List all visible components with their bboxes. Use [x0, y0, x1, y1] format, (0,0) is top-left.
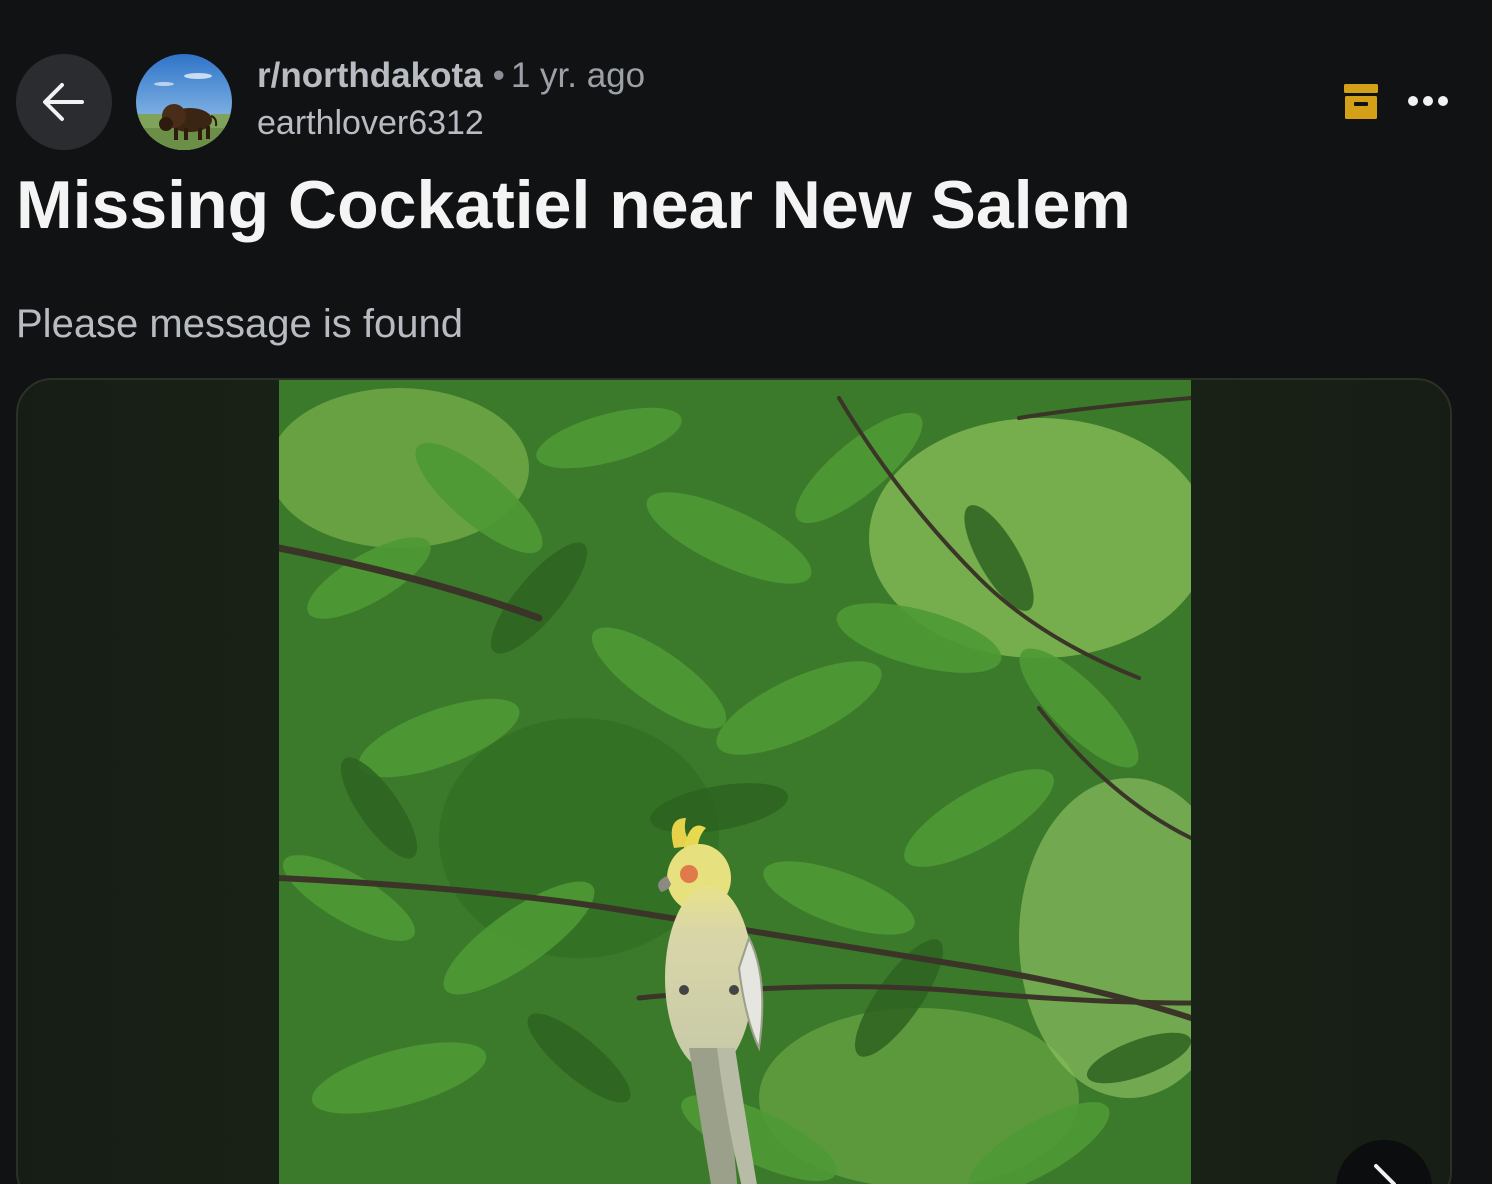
archive-icon — [1344, 84, 1378, 120]
arrow-left-icon — [43, 83, 84, 121]
meta-separator: • — [492, 56, 505, 95]
post-meta: r/northdakota • 1 yr. ago earthlover6312 — [257, 58, 645, 140]
post-image[interactable] — [279, 380, 1191, 1184]
post-body: Please message is found — [16, 302, 463, 346]
post-page: r/northdakota • 1 yr. ago earthlover6312 M… — [0, 0, 1492, 1184]
subreddit-avatar[interactable] — [136, 54, 232, 150]
post-title: Missing Cockatiel near New Salem — [16, 167, 1131, 243]
more-options-button[interactable] — [1400, 78, 1456, 124]
next-image-button[interactable] — [1336, 1140, 1432, 1184]
post-age: 1 yr. ago — [510, 56, 646, 95]
chevron-right-icon — [1374, 1164, 1396, 1184]
post-media-gallery[interactable] — [16, 378, 1452, 1184]
author-link[interactable]: earthlover6312 — [257, 106, 645, 140]
more-horizontal-icon — [1408, 96, 1448, 106]
subreddit-link[interactable]: r/northdakota — [257, 56, 483, 95]
back-button[interactable] — [16, 54, 112, 150]
